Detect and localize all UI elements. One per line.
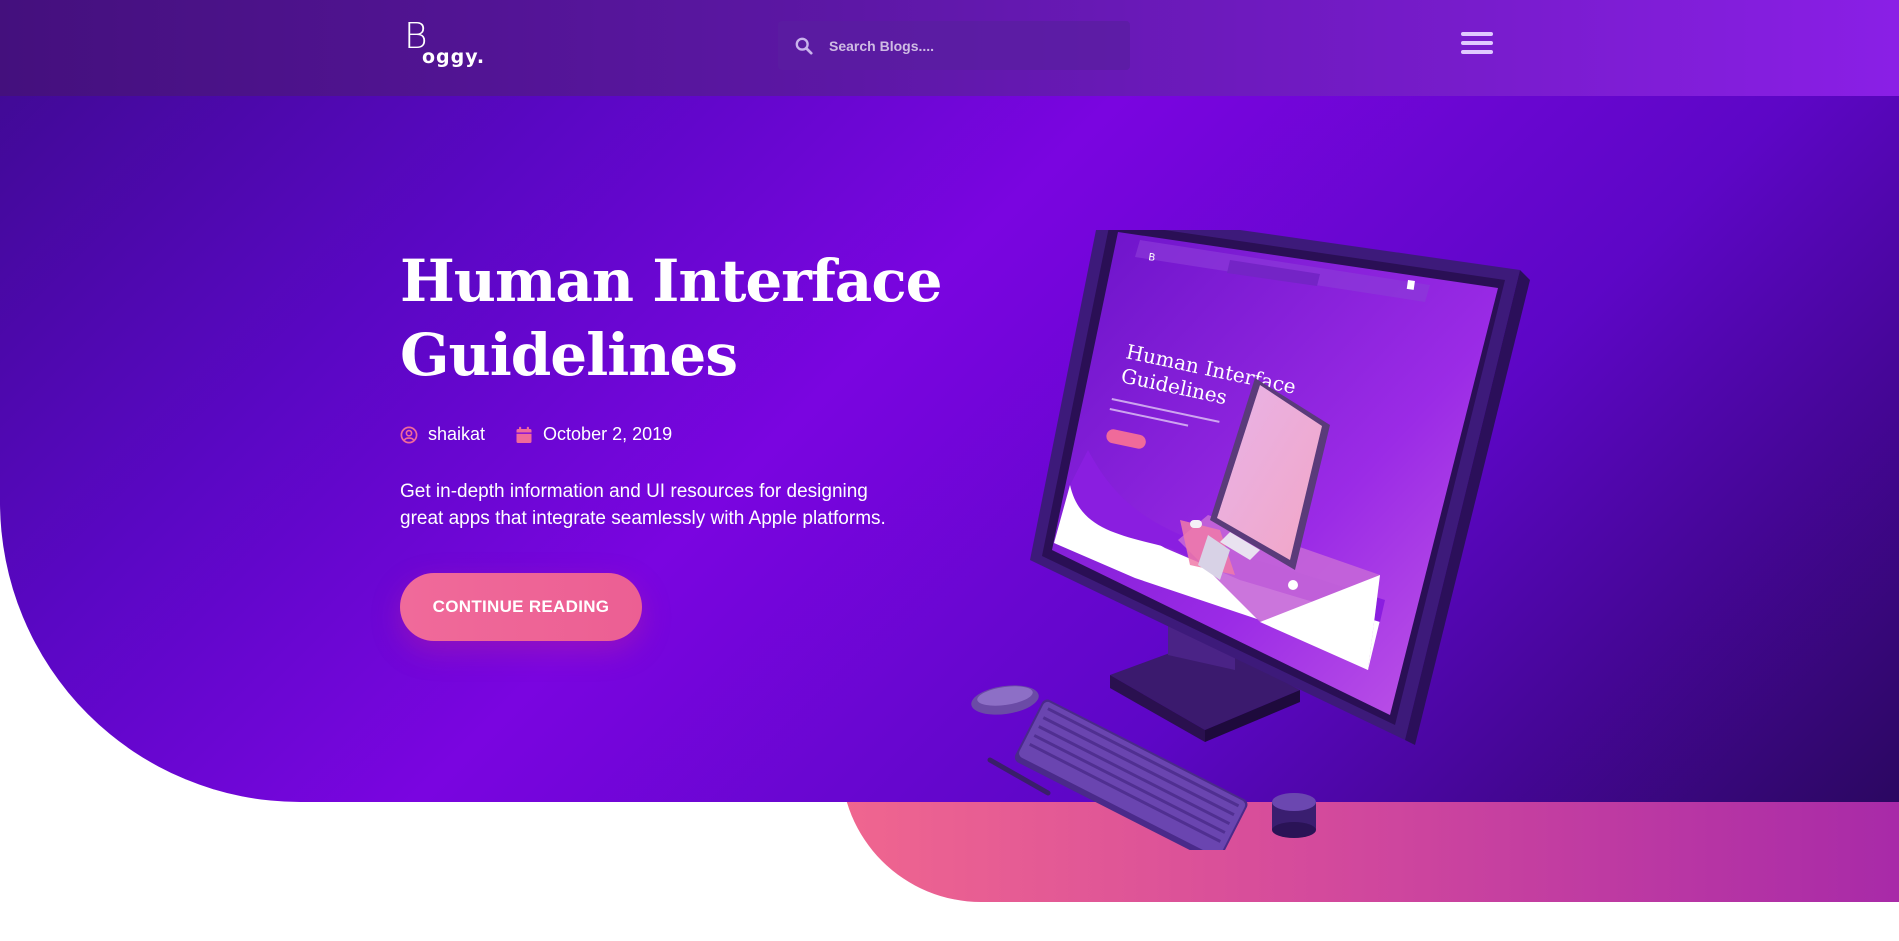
site-header: B oggy.: [0, 0, 1899, 96]
page-title: Human Interface Guidelines: [400, 244, 960, 392]
description-line-2: great apps that integrate seamlessly wit…: [400, 508, 886, 529]
logo-wordmark: oggy.: [422, 46, 486, 68]
title-line-1: Human Interface: [400, 247, 943, 315]
search-input[interactable]: [829, 37, 1089, 54]
computer-illustration: B Human Interface Guidelines: [971, 230, 1530, 850]
continue-reading-button[interactable]: CONTINUE READING: [400, 573, 642, 641]
author-meta[interactable]: shaikat: [400, 424, 485, 445]
search-bar: [778, 21, 1130, 70]
post-date: October 2, 2019: [543, 424, 673, 444]
author-name: shaikat: [428, 424, 486, 444]
description-line-1: Get in-depth information and UI resource…: [400, 481, 868, 502]
calendar-icon: [516, 426, 532, 443]
hero-section: B oggy. Human Interface Guidelines shaik…: [0, 0, 1899, 802]
user-icon: [400, 426, 418, 443]
post-description: Get in-depth information and UI resource…: [400, 478, 960, 532]
date-meta: October 2, 2019: [515, 424, 672, 445]
hamburger-icon[interactable]: [1461, 32, 1493, 56]
title-line-2: Guidelines: [400, 321, 738, 389]
search-icon: [795, 37, 813, 55]
speaker: [1272, 793, 1316, 838]
post-meta: shaikat October 2, 2019: [400, 424, 702, 445]
site-logo[interactable]: B oggy.: [404, 18, 494, 74]
